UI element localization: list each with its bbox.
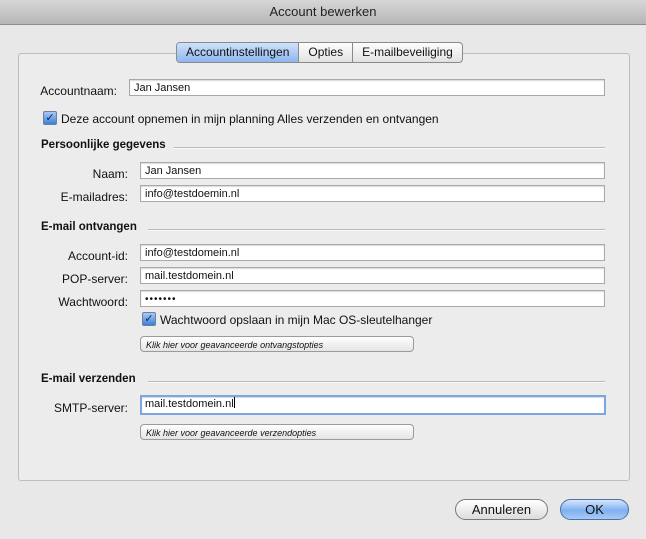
tab-accountinstellingen[interactable]: Accountinstellingen (177, 43, 299, 62)
include-in-schedule-checkbox[interactable]: ✓ (43, 111, 57, 125)
outgoing-heading: E-mail verzenden (41, 373, 136, 385)
tab-bar: Accountinstellingen Opties E-mailbeveili… (176, 42, 463, 63)
password-label: Wachtwoord: (58, 295, 128, 309)
account-name-label: Accountnaam: (40, 84, 117, 98)
advanced-receive-options-button[interactable]: Klik hier voor geavanceerde ontvangstopt… (140, 336, 414, 352)
smtp-server-value: mail.testdomein.nl (145, 398, 234, 410)
account-id-field[interactable]: info@testdomein.nl (140, 244, 605, 261)
tab-opties[interactable]: Opties (298, 43, 352, 62)
section-divider (148, 229, 605, 231)
email-label: E-mailadres: (60, 190, 128, 204)
window-title: Account bewerken (0, 0, 646, 25)
incoming-heading: E-mail ontvangen (41, 221, 137, 233)
pop-server-label: POP-server: (61, 272, 128, 286)
name-field[interactable]: Jan Jansen (140, 162, 605, 179)
smtp-server-label: SMTP-server: (53, 401, 128, 415)
account-name-field[interactable]: Jan Jansen (129, 79, 605, 96)
tab-e-mailbeveiliging[interactable]: E-mailbeveiliging (352, 43, 462, 62)
section-divider (148, 381, 605, 383)
smtp-server-field[interactable]: mail.testdomein.nl (140, 395, 606, 415)
email-field[interactable]: info@testdoemin.nl (140, 185, 605, 202)
password-field[interactable]: ••••••• (140, 290, 605, 307)
save-password-checkbox[interactable]: ✓ (142, 312, 156, 326)
section-divider (174, 147, 605, 149)
cancel-button[interactable]: Annuleren (455, 499, 548, 520)
ok-button[interactable]: OK (560, 499, 629, 520)
account-id-label: Account-id: (67, 249, 128, 263)
name-label: Naam: (92, 167, 128, 181)
pop-server-field[interactable]: mail.testdomein.nl (140, 267, 605, 284)
advanced-send-options-button[interactable]: Klik hier voor geavanceerde verzendoptie… (140, 424, 414, 440)
save-password-label: Wachtwoord opslaan in mijn Mac OS-sleute… (160, 313, 433, 327)
text-caret (233, 397, 235, 408)
personal-heading: Persoonlijke gegevens (41, 139, 166, 151)
include-in-schedule-label: Deze account opnemen in mijn planning Al… (61, 112, 439, 126)
